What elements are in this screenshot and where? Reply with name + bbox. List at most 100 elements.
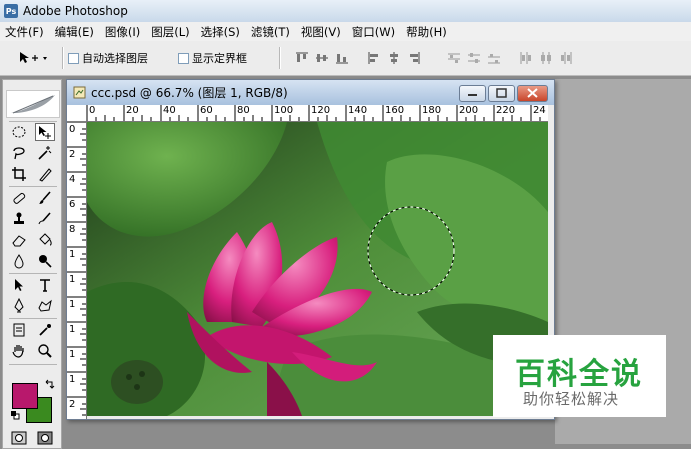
align-top-icon[interactable] [295, 52, 309, 64]
menu-select[interactable]: 选择(S) [196, 24, 246, 40]
document-title: ccc.psd @ 66.7% (图层 1, RGB/8) [91, 86, 288, 100]
watermark-subtitle: 助你轻松解决 [523, 390, 620, 408]
ruler-top-label: 200 [459, 105, 479, 116]
type-tool[interactable] [35, 276, 55, 294]
lasso-tool[interactable] [9, 144, 29, 162]
move-tool[interactable] [35, 123, 55, 141]
show-bounds-option[interactable]: 显示定界框 [178, 50, 247, 66]
clone-stamp-tool[interactable] [9, 210, 29, 228]
dodge-tool[interactable] [35, 252, 55, 270]
ruler-left-label: 2 [69, 399, 76, 410]
menu-file[interactable]: 文件(F) [0, 24, 50, 40]
eraser-icon [12, 235, 26, 247]
move-icon [39, 126, 51, 139]
distribute-top-icon[interactable] [447, 52, 461, 64]
close-button[interactable] [517, 85, 548, 102]
blur-tool[interactable] [9, 252, 29, 270]
minimize-button[interactable] [459, 85, 486, 102]
maximize-icon [496, 88, 507, 98]
distribute-bottom-icon[interactable] [487, 52, 501, 64]
toolbox-divider [9, 121, 57, 122]
healing-brush-tool[interactable] [9, 189, 29, 207]
align-right-icon[interactable] [407, 52, 421, 64]
distribute-left-icon[interactable] [519, 52, 533, 64]
eraser-tool[interactable] [9, 231, 29, 249]
hand-tool[interactable] [9, 342, 29, 360]
foreground-color-swatch[interactable] [12, 383, 38, 409]
ruler-origin[interactable] [67, 105, 87, 122]
eyedropper-tool[interactable] [35, 321, 55, 339]
ruler-top-label: 180 [422, 105, 442, 116]
eyedropper-icon [39, 324, 51, 336]
slice-tool[interactable] [35, 165, 55, 183]
menu-window[interactable]: 窗口(W) [347, 24, 401, 40]
ruler-top-label: 140 [348, 105, 368, 116]
minimize-icon [468, 94, 477, 96]
shape-tool[interactable] [35, 297, 55, 315]
toolbox-divider [9, 318, 57, 319]
magic-wand-tool[interactable] [35, 144, 55, 162]
ruler-top-label: 0 [89, 105, 96, 116]
crop-tool[interactable] [9, 165, 29, 183]
align-left-icon[interactable] [367, 52, 381, 64]
ruler-left-label: 1 [69, 274, 76, 285]
lotus-photo [87, 122, 548, 416]
notes-tool[interactable] [9, 321, 29, 339]
ruler-left-label: 1 [69, 249, 76, 260]
document-canvas[interactable] [87, 122, 548, 416]
auto-select-layer-option[interactable]: 自动选择图层 [68, 50, 148, 66]
custom-shape-icon [38, 299, 52, 312]
hand-icon [12, 345, 24, 358]
distribute-right-icon[interactable] [559, 52, 573, 64]
stamp-icon [14, 212, 24, 224]
paint-bucket-tool[interactable] [35, 231, 55, 249]
marquee-tool[interactable] [9, 123, 29, 141]
watermark-title: 百科全说 [515, 357, 643, 392]
menu-layer[interactable]: 图层(L) [146, 24, 195, 40]
app-titlebar: Ps Adobe Photoshop [0, 0, 691, 22]
zoom-tool[interactable] [35, 342, 55, 360]
ruler-top-label: 220 [496, 105, 516, 116]
align-hcenter-icon[interactable] [387, 52, 401, 64]
brush-tool[interactable] [35, 189, 55, 207]
paint-bucket-icon [39, 233, 52, 246]
swap-colors-icon[interactable] [43, 379, 57, 393]
ruler-top-label: 24 [533, 105, 546, 116]
ruler-left-label: 0 [69, 124, 76, 135]
default-colors-icon[interactable] [10, 410, 20, 420]
toolbox-divider [9, 273, 57, 274]
menu-filter[interactable]: 滤镜(T) [246, 24, 296, 40]
drop-icon [14, 254, 24, 269]
show-bounds-checkbox[interactable] [178, 52, 189, 64]
toolbox-divider [9, 364, 57, 365]
menu-view[interactable]: 视图(V) [296, 24, 347, 40]
watermark-badge: 百科全说 助你轻松解决 [493, 335, 666, 417]
auto-select-checkbox[interactable] [68, 52, 79, 64]
document-titlebar[interactable]: ccc.psd @ 66.7% (图层 1, RGB/8) [67, 80, 554, 105]
standard-mode-button[interactable] [9, 429, 29, 447]
distribute-vcenter-icon[interactable] [467, 52, 481, 64]
quick-mask-button[interactable] [35, 429, 55, 447]
menu-edit[interactable]: 编辑(E) [50, 24, 100, 40]
path-selection-tool[interactable] [9, 276, 29, 294]
feather-logo [6, 90, 60, 118]
menu-help[interactable]: 帮助(H) [401, 24, 453, 40]
dodge-icon [39, 255, 52, 268]
ellipse-marquee-icon [12, 126, 26, 138]
ruler-left-label: 1 [69, 324, 76, 335]
toolbox-divider [9, 186, 57, 187]
toolbox [2, 79, 62, 449]
tool-preset-picker[interactable] [18, 50, 58, 66]
window-controls [457, 85, 548, 102]
vertical-ruler[interactable]: 0 2 4 6 8 1 1 1 1 1 1 2 [67, 121, 87, 419]
history-brush-icon [38, 212, 51, 225]
maximize-button[interactable] [488, 85, 515, 102]
distribute-hcenter-icon[interactable] [539, 52, 553, 64]
history-brush-tool[interactable] [35, 210, 55, 228]
ruler-top-label: 160 [385, 105, 405, 116]
horizontal-ruler[interactable]: 0 20 40 60 80 100 120 140 160 180 200 22… [86, 105, 548, 122]
pen-tool[interactable] [9, 297, 29, 315]
align-bottom-icon[interactable] [335, 52, 349, 64]
align-vcenter-icon[interactable] [315, 52, 329, 64]
menu-image[interactable]: 图像(I) [100, 24, 146, 40]
